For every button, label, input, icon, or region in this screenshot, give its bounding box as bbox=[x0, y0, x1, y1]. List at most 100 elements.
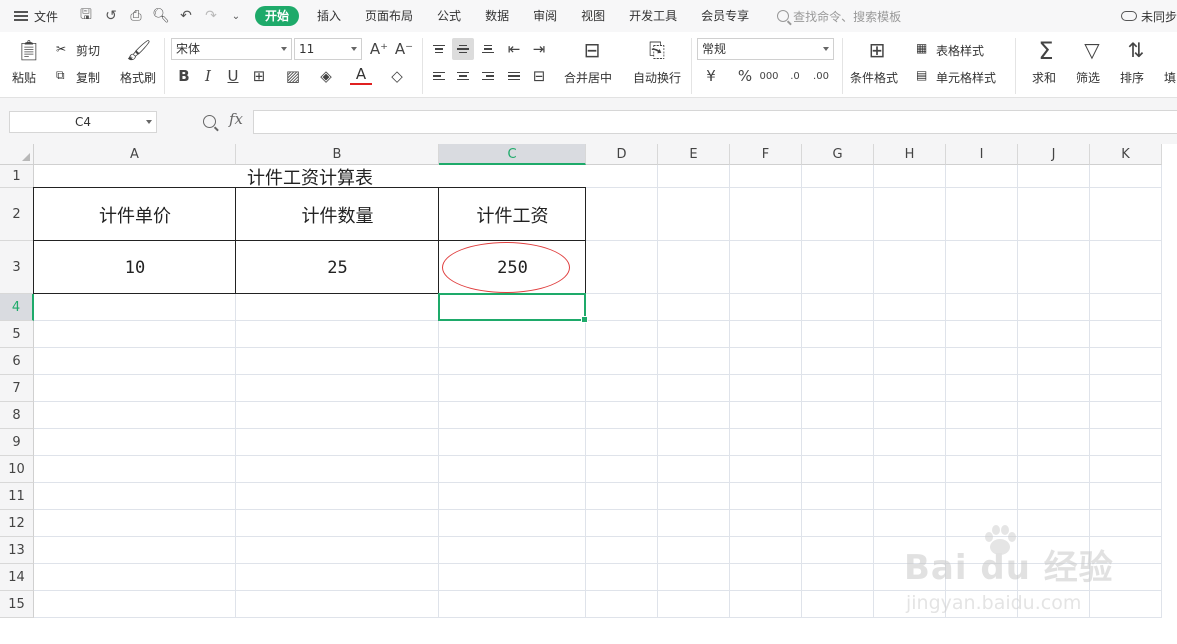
grid-cell[interactable] bbox=[874, 375, 946, 402]
grid-cell[interactable] bbox=[439, 456, 586, 483]
align-bottom-icon[interactable] bbox=[477, 38, 499, 60]
grid-cell[interactable] bbox=[802, 241, 874, 294]
grid-cell[interactable] bbox=[34, 591, 236, 618]
grid-cell[interactable] bbox=[439, 402, 586, 429]
filter-icon[interactable]: ▽ bbox=[1080, 38, 1104, 64]
sort-button[interactable]: 排序 bbox=[1120, 69, 1144, 86]
copy-icon[interactable]: ⧉ bbox=[56, 68, 65, 83]
grid-cell[interactable] bbox=[236, 483, 439, 510]
grid-cell[interactable] bbox=[34, 402, 236, 429]
grid-cell[interactable] bbox=[1018, 402, 1090, 429]
cut-icon[interactable]: ✂ bbox=[56, 42, 66, 56]
grid-cell[interactable] bbox=[236, 294, 439, 321]
select-all-corner[interactable] bbox=[0, 144, 34, 165]
grid-cell[interactable] bbox=[586, 429, 658, 456]
grid-cell[interactable] bbox=[236, 591, 439, 618]
grid-cell[interactable] bbox=[34, 510, 236, 537]
grid-cell[interactable] bbox=[1018, 456, 1090, 483]
grid-cell[interactable] bbox=[802, 564, 874, 591]
row-header-12[interactable]: 12 bbox=[0, 510, 34, 537]
grid-cell[interactable] bbox=[730, 591, 802, 618]
column-header-g[interactable]: G bbox=[802, 144, 874, 165]
grid-cell[interactable] bbox=[439, 591, 586, 618]
grid-cell[interactable] bbox=[586, 456, 658, 483]
grid-cell[interactable] bbox=[34, 564, 236, 591]
grid-cell[interactable] bbox=[874, 456, 946, 483]
formula-input[interactable] bbox=[253, 110, 1177, 134]
grid-cell[interactable] bbox=[802, 402, 874, 429]
eraser-icon[interactable]: ◇ bbox=[386, 65, 408, 87]
table-style-button[interactable]: 表格样式 bbox=[936, 42, 984, 59]
grid-cell[interactable] bbox=[439, 348, 586, 375]
justify-icon[interactable] bbox=[503, 65, 525, 87]
decrease-indent-icon[interactable]: ⇤ bbox=[503, 38, 525, 60]
grid-cell[interactable] bbox=[730, 241, 802, 294]
tab-member[interactable]: 会员专享 bbox=[689, 6, 761, 26]
grid-cell[interactable] bbox=[586, 294, 658, 321]
column-header-e[interactable]: E bbox=[658, 144, 730, 165]
grid-cell[interactable] bbox=[34, 321, 236, 348]
grid-cell[interactable] bbox=[802, 510, 874, 537]
align-middle-icon[interactable] bbox=[452, 38, 474, 60]
print-icon[interactable]: ⎙ bbox=[126, 6, 146, 26]
grid-cell[interactable] bbox=[874, 429, 946, 456]
grid-cell[interactable] bbox=[439, 510, 586, 537]
grid-cell[interactable] bbox=[1018, 321, 1090, 348]
grid-cell[interactable] bbox=[34, 483, 236, 510]
grid-cell[interactable] bbox=[946, 375, 1018, 402]
grid-cell[interactable] bbox=[236, 564, 439, 591]
grid-cell[interactable] bbox=[586, 348, 658, 375]
zoom-icon[interactable] bbox=[203, 115, 216, 128]
cell-style-icon[interactable]: ▤ bbox=[916, 68, 927, 82]
grid-cell[interactable] bbox=[658, 510, 730, 537]
grid-cell[interactable] bbox=[802, 483, 874, 510]
chevron-down-icon[interactable]: ⌄ bbox=[226, 6, 246, 26]
paste-button[interactable]: 粘贴 bbox=[12, 69, 36, 86]
align-center-icon[interactable] bbox=[452, 65, 474, 87]
grid-cell[interactable] bbox=[586, 321, 658, 348]
row-header-10[interactable]: 10 bbox=[0, 456, 34, 483]
grid-cell[interactable] bbox=[874, 188, 946, 241]
grid-cell[interactable] bbox=[236, 321, 439, 348]
grid-cell[interactable] bbox=[802, 348, 874, 375]
table-style-icon[interactable]: ▦ bbox=[916, 41, 927, 55]
grid-cell[interactable] bbox=[1090, 241, 1162, 294]
grid-cell[interactable] bbox=[586, 564, 658, 591]
copy-button[interactable]: 复制 bbox=[76, 69, 100, 86]
grid-cell[interactable] bbox=[1090, 165, 1162, 188]
thousands-icon[interactable]: 000 bbox=[758, 65, 780, 87]
underline-icon[interactable]: U bbox=[222, 65, 244, 87]
tab-data[interactable]: 数据 bbox=[473, 6, 521, 26]
export-icon[interactable]: ↺ bbox=[101, 6, 121, 26]
border-icon[interactable]: ⊞ bbox=[248, 65, 270, 87]
grid-cell[interactable] bbox=[802, 429, 874, 456]
wrap-text-icon[interactable]: ⎘ bbox=[644, 38, 670, 64]
grid-cell[interactable] bbox=[1090, 483, 1162, 510]
table-header-cell[interactable]: 计件数量 bbox=[236, 188, 439, 241]
fill-pattern-icon[interactable]: ▨ bbox=[282, 65, 304, 87]
increase-font-icon[interactable]: A⁺ bbox=[368, 38, 390, 60]
sort-icon[interactable]: ⇅ bbox=[1124, 38, 1148, 64]
column-header-k[interactable]: K bbox=[1090, 144, 1162, 165]
grid-cell[interactable] bbox=[439, 375, 586, 402]
cell-style-button[interactable]: 单元格样式 bbox=[936, 69, 996, 86]
grid-cell[interactable] bbox=[730, 348, 802, 375]
row-header-3[interactable]: 3 bbox=[0, 241, 34, 294]
conditional-format-button[interactable]: 条件格式 bbox=[850, 69, 898, 86]
tab-insert[interactable]: 插入 bbox=[305, 6, 353, 26]
grid-cell[interactable] bbox=[439, 537, 586, 564]
grid-cell[interactable] bbox=[658, 537, 730, 564]
grid-cell[interactable] bbox=[586, 188, 658, 241]
grid-cell[interactable] bbox=[1090, 294, 1162, 321]
grid-cell[interactable] bbox=[730, 375, 802, 402]
undo-icon[interactable]: ↶ bbox=[176, 6, 196, 26]
cut-button[interactable]: 剪切 bbox=[76, 42, 100, 59]
merge-center-button[interactable]: 合并居中 bbox=[564, 69, 612, 86]
column-header-h[interactable]: H bbox=[874, 144, 946, 165]
grid-cell[interactable] bbox=[802, 537, 874, 564]
grid-cell[interactable] bbox=[946, 188, 1018, 241]
grid-cell[interactable] bbox=[658, 429, 730, 456]
grid-cell[interactable] bbox=[802, 456, 874, 483]
grid-cell[interactable] bbox=[946, 348, 1018, 375]
filter-button[interactable]: 筛选 bbox=[1076, 69, 1100, 86]
